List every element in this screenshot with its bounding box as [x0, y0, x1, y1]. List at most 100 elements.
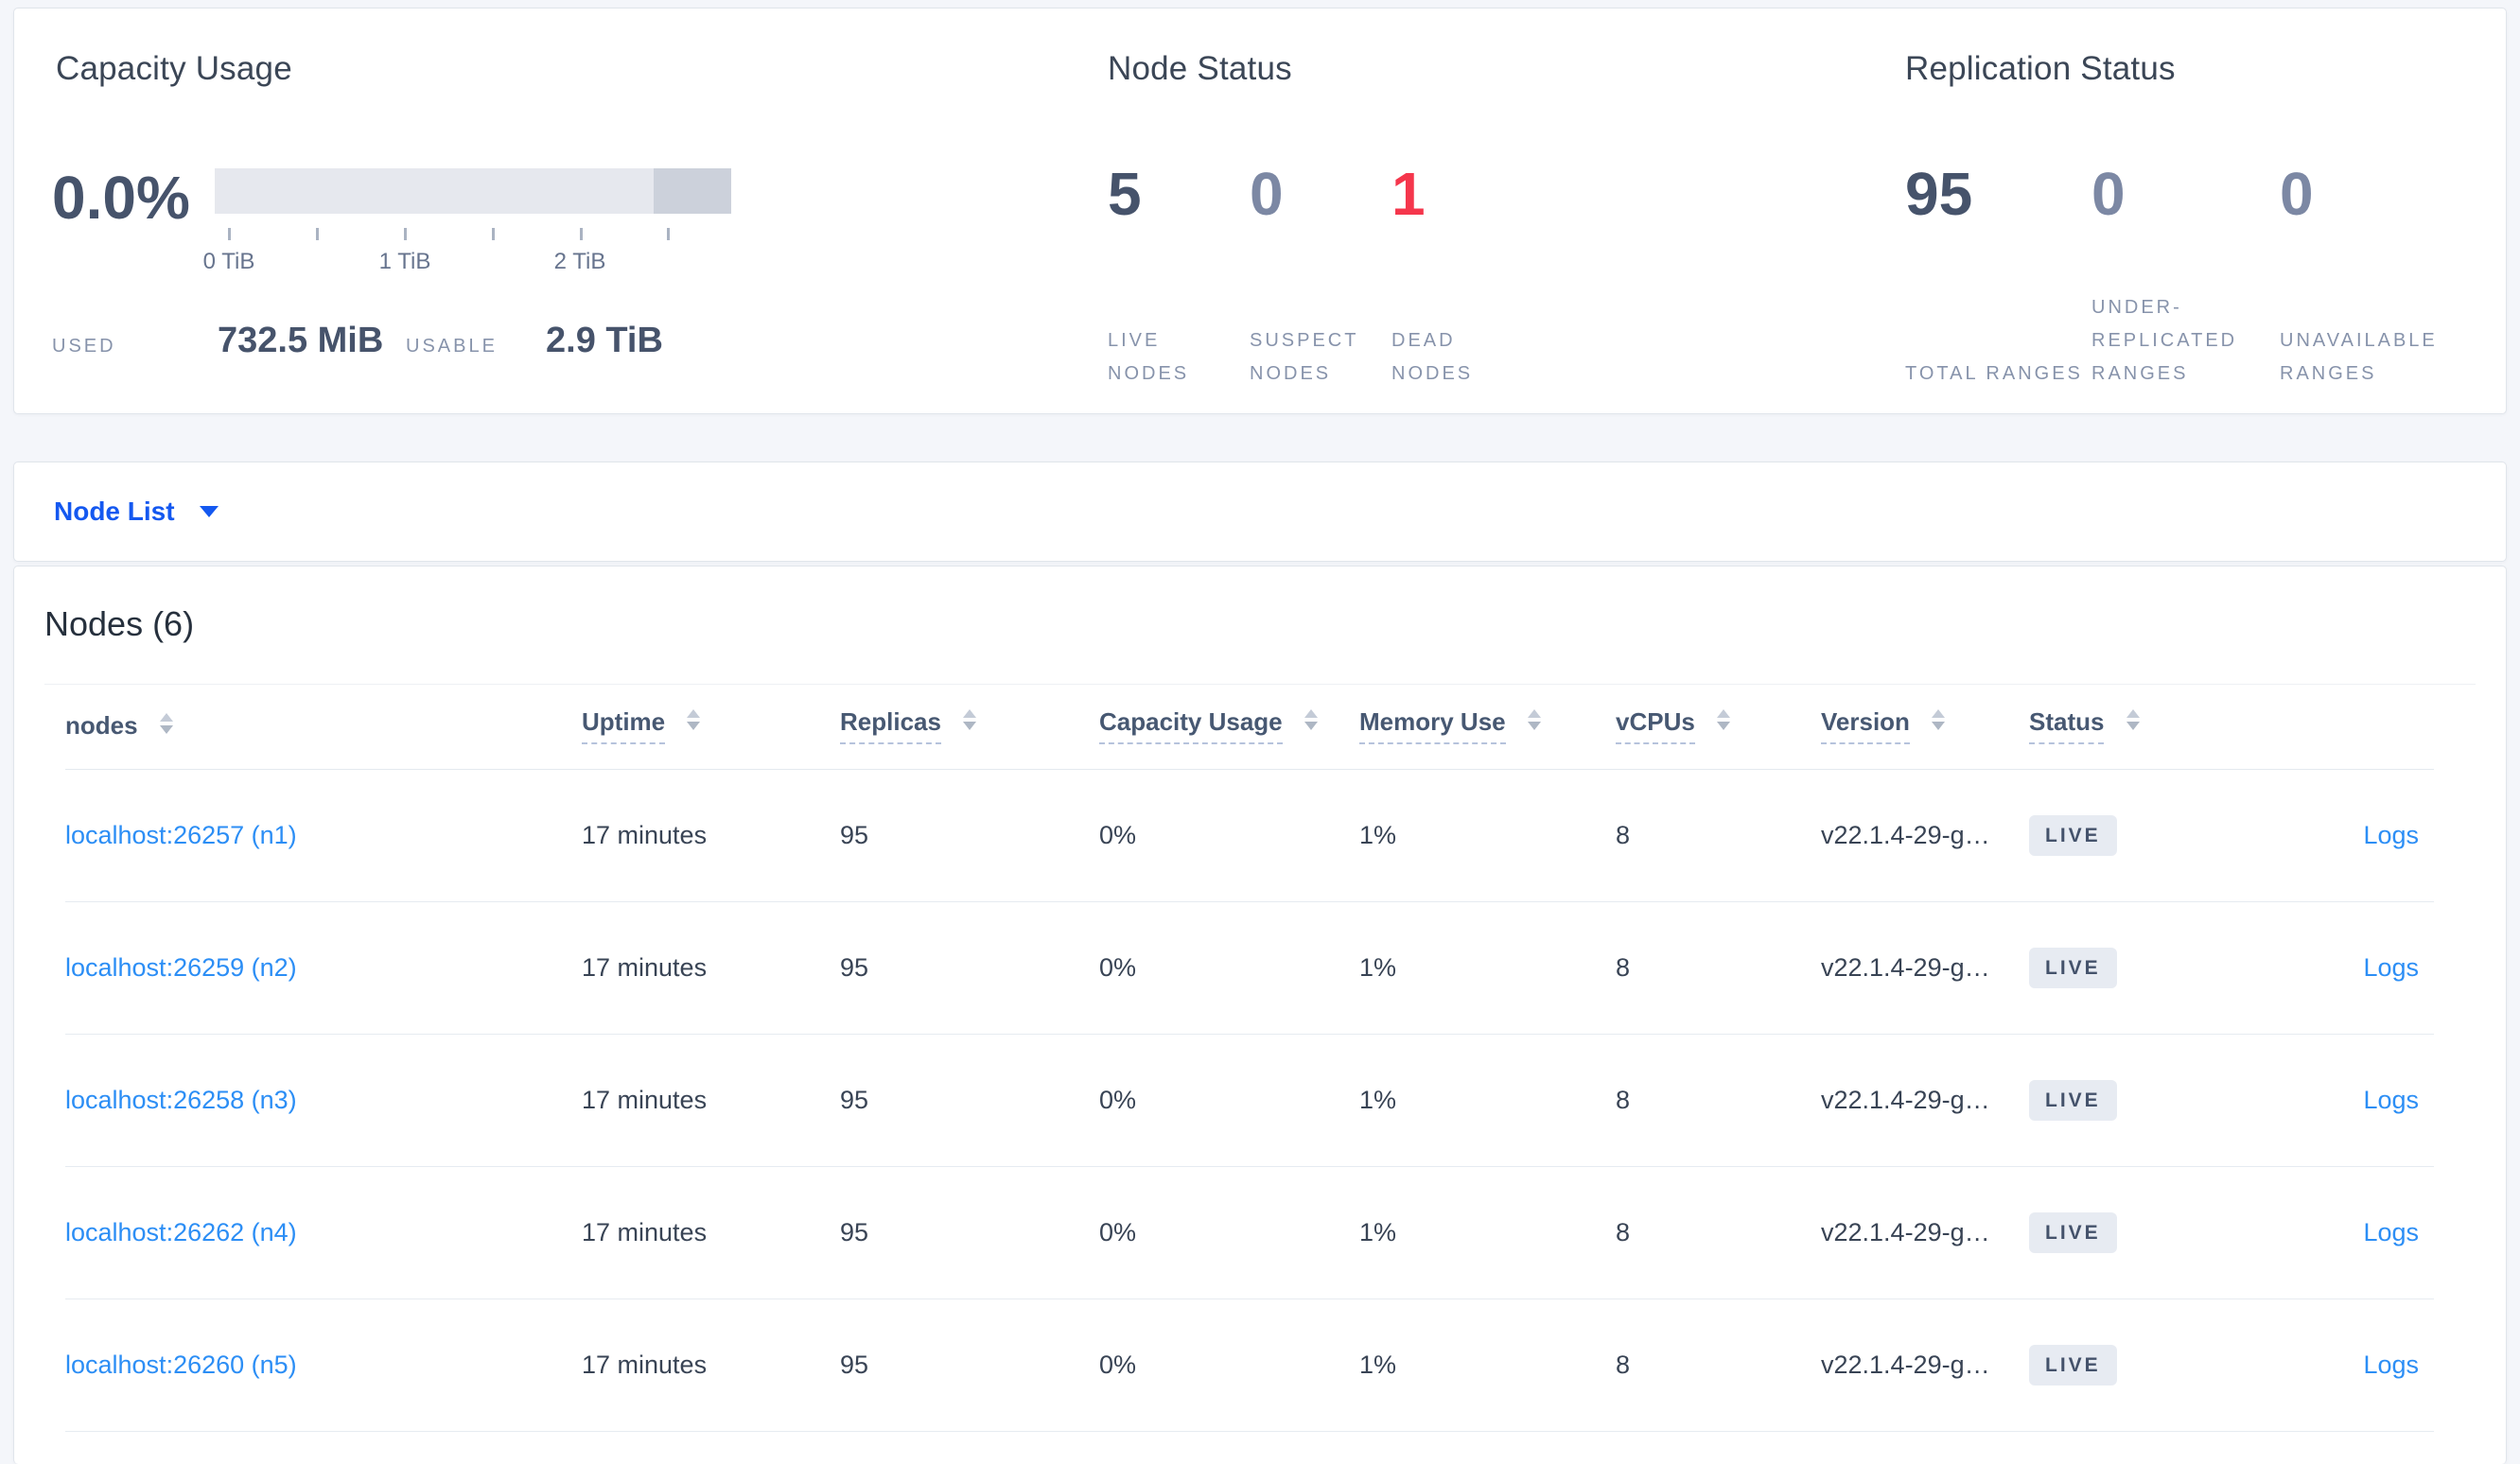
axis-tick — [667, 228, 670, 240]
axis-tick — [228, 228, 231, 240]
capacity-usage-bar — [215, 168, 731, 214]
column-header-logs — [2288, 684, 2434, 769]
version-cell: v22.1.4-29-g… — [1821, 820, 1990, 849]
sort-icon — [1932, 709, 1946, 731]
logs-link[interactable]: Logs — [2363, 953, 2419, 982]
vcpus-cell: 8 — [1616, 1350, 1631, 1379]
live-nodes-count: 5 — [1108, 160, 1142, 228]
cluster-summary-panel: Capacity Usage 0.0% 0 TiB 1 TiB 2 TiB US… — [13, 8, 2507, 414]
axis-tick-label: 0 TiB — [202, 249, 255, 274]
replicas-cell: 95 — [840, 1085, 869, 1114]
memory-cell: 1% — [1359, 820, 1397, 849]
sort-icon — [1527, 709, 1541, 731]
node-link[interactable]: localhost:26259 (n2) — [65, 953, 297, 982]
replicas-cell: 95 — [840, 952, 869, 982]
sort-icon — [963, 709, 977, 731]
replicas-cell: 95 — [840, 1217, 869, 1246]
replication-status-title: Replication Status — [1905, 50, 2176, 87]
status-badge: LIVE — [2029, 1211, 2117, 1253]
under-replicated-ranges-count: 0 — [2091, 160, 2126, 228]
suspect-nodes-label: SUSPECT NODES — [1250, 330, 1359, 384]
column-header-uptime[interactable]: Uptime — [582, 684, 840, 769]
axis-tick-label: 2 TiB — [553, 249, 606, 274]
table-row: localhost:26258 (n3) 17 minutes 95 0% 1%… — [65, 1034, 2434, 1166]
axis-tick — [492, 228, 495, 240]
vcpus-cell: 8 — [1616, 820, 1631, 849]
table-header-row: nodes Uptime Replicas Capacity Usage Mem… — [65, 684, 2434, 769]
sort-icon — [1717, 709, 1731, 731]
memory-cell: 1% — [1359, 1350, 1397, 1379]
capacity-cell: 0% — [1099, 1217, 1137, 1246]
column-header-status[interactable]: Status — [2029, 684, 2288, 769]
vcpus-cell: 8 — [1616, 1085, 1631, 1114]
uptime-cell: 17 minutes — [582, 1085, 708, 1114]
usable-value: 2.9 TiB — [546, 321, 663, 360]
node-link[interactable]: localhost:26258 (n3) — [65, 1086, 297, 1114]
usable-label: USABLE — [406, 336, 498, 357]
sort-icon — [159, 713, 173, 735]
view-selector-dropdown[interactable]: Node List — [54, 497, 219, 527]
sort-icon — [2126, 709, 2140, 731]
sort-icon — [1304, 709, 1318, 731]
uptime-cell: 17 minutes — [582, 952, 708, 982]
nodes-heading: Nodes (6) — [44, 604, 195, 643]
total-ranges-count: 95 — [1905, 160, 1973, 228]
column-header-memory-use[interactable]: Memory Use — [1359, 684, 1616, 769]
axis-tick-label: 1 TiB — [378, 249, 431, 274]
version-cell: v22.1.4-29-g… — [1821, 1217, 1990, 1246]
used-label: USED — [52, 336, 116, 357]
logs-link[interactable]: Logs — [2363, 1351, 2419, 1379]
suspect-nodes-count: 0 — [1250, 160, 1284, 228]
table-row: localhost:26259 (n2) 17 minutes 95 0% 1%… — [65, 901, 2434, 1034]
uptime-cell: 17 minutes — [582, 1350, 708, 1379]
table-row: localhost:26257 (n1) 17 minutes 95 0% 1%… — [65, 769, 2434, 901]
memory-cell: 1% — [1359, 1217, 1397, 1246]
dead-nodes-label: DEAD NODES — [1391, 330, 1474, 384]
nodes-table: nodes Uptime Replicas Capacity Usage Mem… — [65, 684, 2434, 1432]
capacity-used-percent: 0.0% — [52, 164, 190, 232]
column-header-vcpus[interactable]: vCPUs — [1616, 684, 1821, 769]
capacity-cell: 0% — [1099, 820, 1137, 849]
live-nodes-label: LIVE NODES — [1108, 330, 1190, 384]
node-link[interactable]: localhost:26257 (n1) — [65, 821, 297, 849]
uptime-cell: 17 minutes — [582, 1217, 708, 1246]
column-header-nodes[interactable]: nodes — [65, 684, 582, 769]
chevron-down-icon — [199, 506, 219, 517]
total-ranges-label: TOTAL RANGES — [1905, 363, 2083, 384]
view-selector-label: Node List — [54, 497, 175, 526]
table-row: localhost:26260 (n5) 17 minutes 95 0% 1%… — [65, 1298, 2434, 1431]
memory-cell: 1% — [1359, 952, 1397, 982]
used-value: 732.5 MiB — [218, 321, 384, 360]
axis-tick — [580, 228, 583, 240]
logs-link[interactable]: Logs — [2363, 1086, 2419, 1114]
vcpus-cell: 8 — [1616, 1217, 1631, 1246]
column-header-replicas[interactable]: Replicas — [840, 684, 1099, 769]
axis-tick — [316, 228, 319, 240]
capacity-cell: 0% — [1099, 952, 1137, 982]
vcpus-cell: 8 — [1616, 952, 1631, 982]
version-cell: v22.1.4-29-g… — [1821, 1085, 1990, 1114]
view-selector-bar: Node List — [13, 462, 2507, 562]
version-cell: v22.1.4-29-g… — [1821, 952, 1990, 982]
memory-cell: 1% — [1359, 1085, 1397, 1114]
uptime-cell: 17 minutes — [582, 820, 708, 849]
node-link[interactable]: localhost:26262 (n4) — [65, 1218, 297, 1246]
under-replicated-ranges-label: UNDER-REPLICATED RANGES — [2091, 297, 2238, 384]
table-row: localhost:26262 (n4) 17 minutes 95 0% 1%… — [65, 1166, 2434, 1298]
replicas-cell: 95 — [840, 820, 869, 849]
logs-link[interactable]: Logs — [2363, 821, 2419, 849]
capacity-cell: 0% — [1099, 1350, 1137, 1379]
status-badge: LIVE — [2029, 1079, 2117, 1121]
node-list-panel: Nodes (6) nodes Uptime Replicas Capacity… — [13, 566, 2507, 1464]
sort-icon — [687, 709, 701, 731]
status-badge: LIVE — [2029, 947, 2117, 988]
node-link[interactable]: localhost:26260 (n5) — [65, 1351, 297, 1379]
capacity-cell: 0% — [1099, 1085, 1137, 1114]
capacity-bar-unusable-segment — [654, 168, 731, 214]
column-header-version[interactable]: Version — [1821, 684, 2029, 769]
logs-link[interactable]: Logs — [2363, 1218, 2419, 1246]
dead-nodes-count: 1 — [1391, 160, 1426, 228]
column-header-capacity-usage[interactable]: Capacity Usage — [1099, 684, 1359, 769]
version-cell: v22.1.4-29-g… — [1821, 1350, 1990, 1379]
status-badge: LIVE — [2029, 1344, 2117, 1386]
